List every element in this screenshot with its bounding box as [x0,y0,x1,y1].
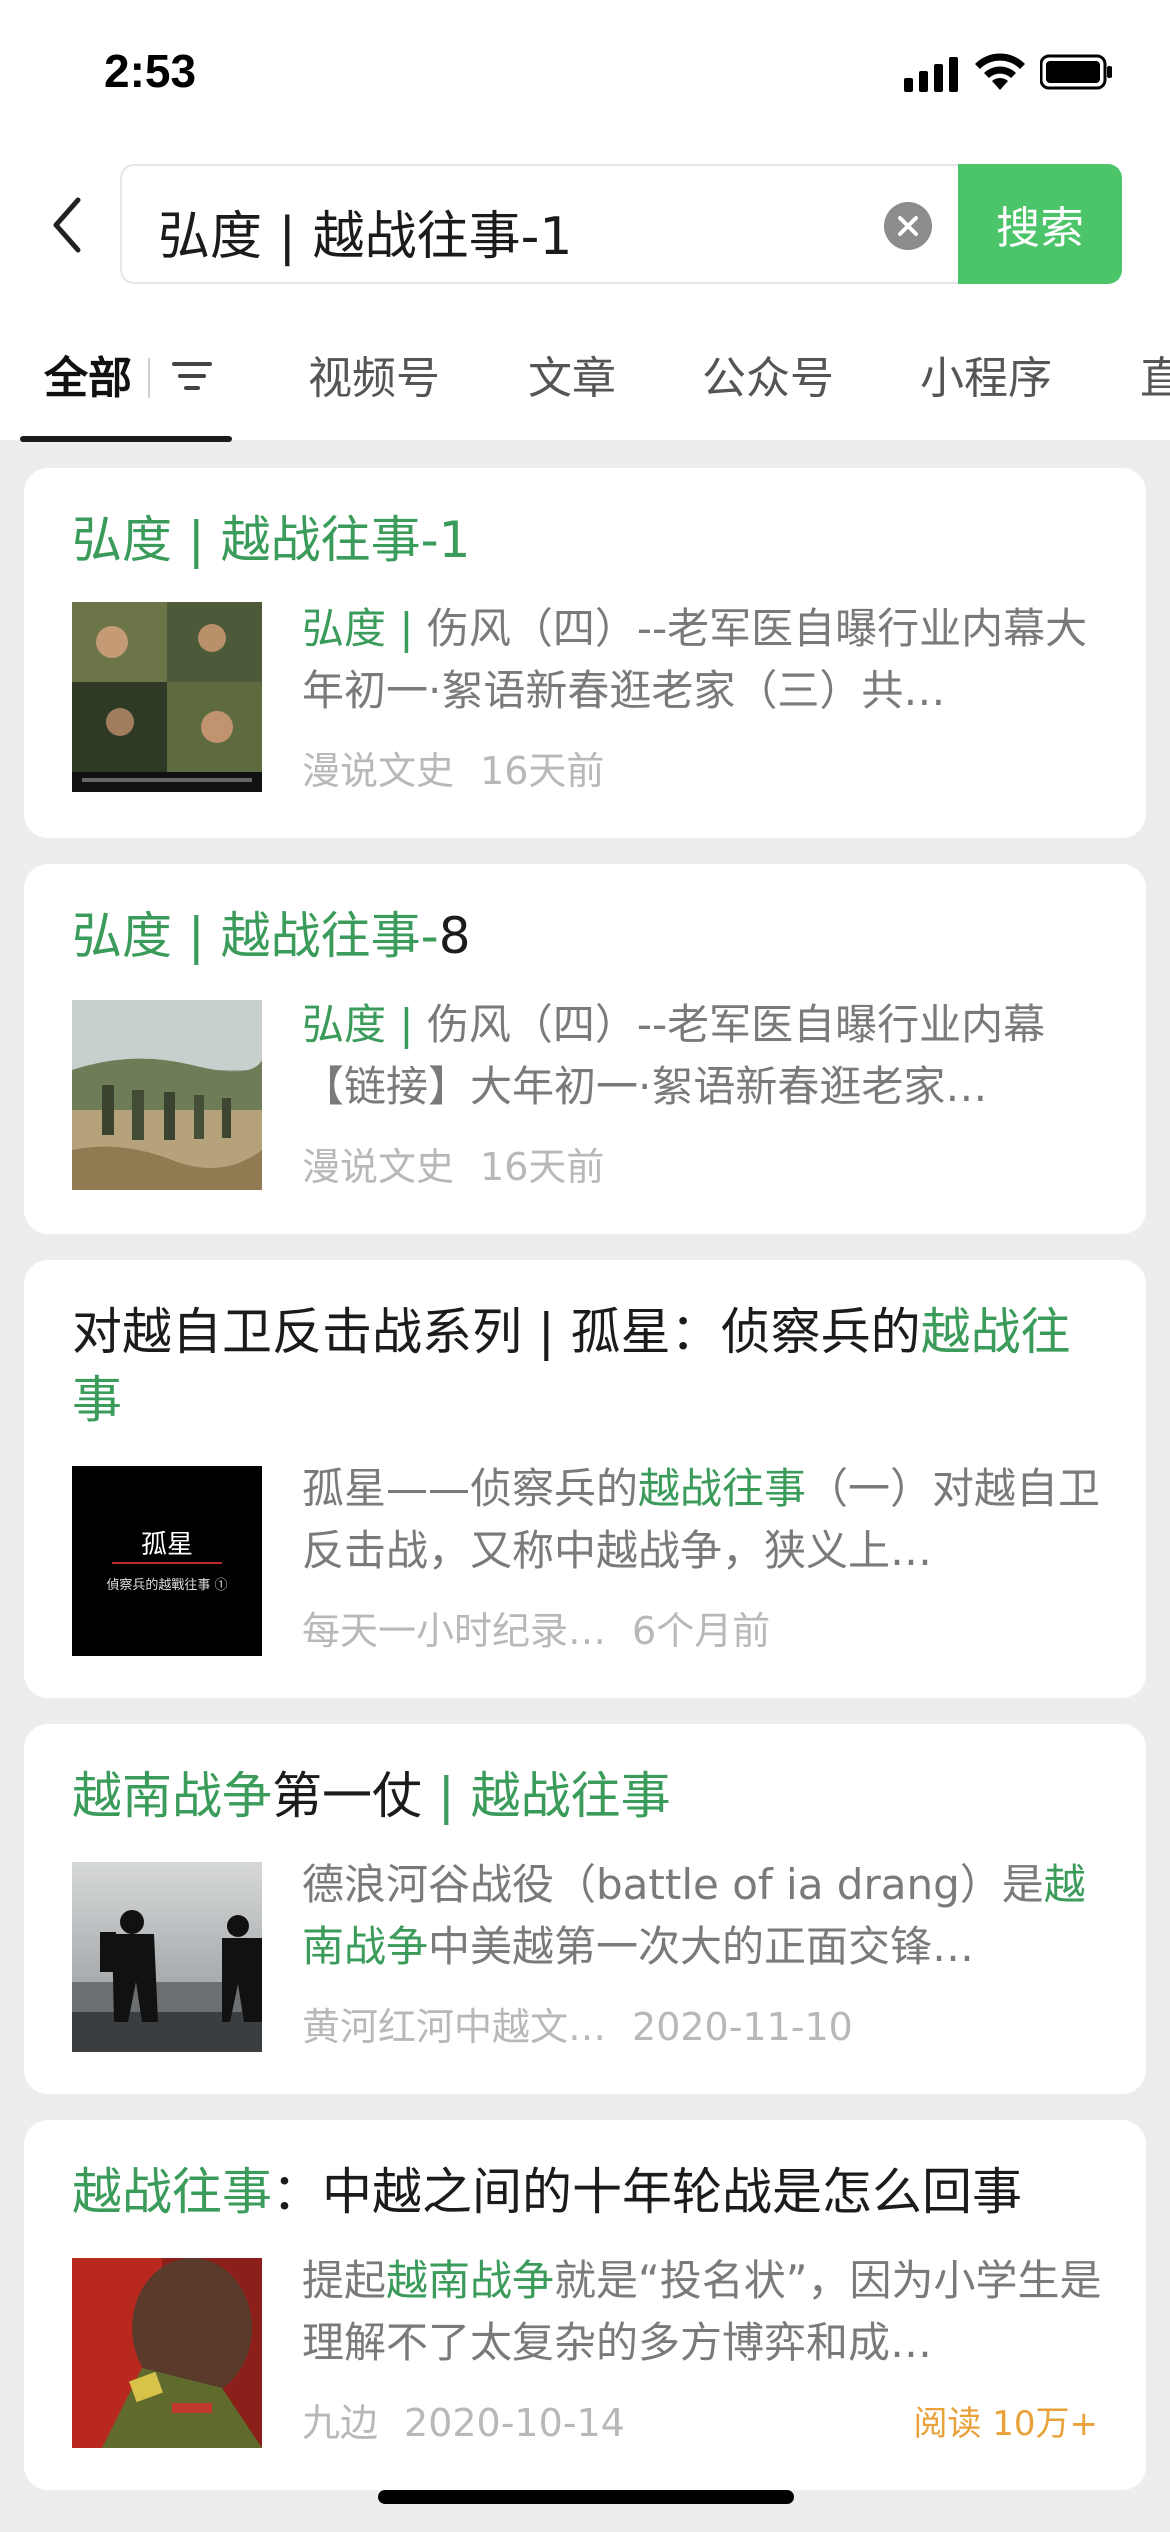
result-snippet: 德浪河谷战役（battle of ia drang）是越南战争中美越第一次大的正… [302,1854,1102,1978]
tab-articles[interactable]: 文章 [528,342,616,406]
title-segment: | 越战往事 [422,1767,671,1825]
result-title: 弘度 | 越战往事-1 [72,506,1092,574]
result-title: 越战往事：中越之间的十年轮战是怎么回事 [72,2158,1092,2226]
result-meta: 九边 2020-10-14 [302,2392,625,2447]
wifi-icon [975,53,1025,90]
result-card[interactable]: 对越自卫反击战系列 | 孤星：侦察兵的越战往事 孤星 偵察兵的越戰往事 ① 孤星… [24,1260,1146,1698]
result-snippet: 提起越南战争就是“投名状”，因为小学生是理解不了太复杂的多方博弈和成… [302,2250,1102,2374]
snippet-segment: 中美越第一次大的正面交锋… [428,1922,975,1971]
search-button[interactable]: 搜索 [958,164,1122,284]
active-tab-indicator [20,436,232,442]
title-segment: 8 [438,907,471,965]
result-time: 16天前 [480,749,605,793]
thumbnail-rule [112,1562,222,1564]
result-card[interactable]: 越南战争第一仗 | 越战往事 德浪河谷战役（battle of ia drang… [24,1724,1146,2094]
snippet-segment: 德浪河谷战役（battle of ia drang）是 [302,1860,1044,1909]
result-title: 对越自卫反击战系列 | 孤星：侦察兵的越战往事 [72,1298,1092,1434]
clear-icon[interactable] [884,202,932,250]
tab-all[interactable]: 全部 [44,342,132,406]
snippet-segment: 弘度 | [302,604,427,653]
title-segment: 弘度 | 越战往事-1 [72,511,471,569]
result-source[interactable]: 九边 [302,2401,378,2445]
result-thumbnail [72,1000,262,1190]
result-meta: 漫说文史 16天前 [302,1136,604,1191]
soldier-closeup-thumbnail [72,2258,262,2448]
result-card[interactable]: 弘度 | 越战往事-1 弘度 | 伤风（四）--老军医自曝行业内幕大年初一·絮语… [24,468,1146,838]
title-segment: 第一仗 [272,1767,422,1825]
result-title: 越南战争第一仗 | 越战往事 [72,1762,1092,1830]
result-time: 6个月前 [632,1609,771,1653]
thumbnail-subtitle: 偵察兵的越戰往事 ① [106,1578,228,1593]
result-time: 16天前 [480,1145,605,1189]
result-thumbnail: 孤星 偵察兵的越戰往事 ① [72,1466,262,1656]
result-snippet: 弘度 | 伤风（四）--老军医自曝行业内幕【链接】大年初一·絮语新春逛老家… [302,994,1102,1118]
result-source[interactable]: 漫说文史 [302,1145,454,1189]
result-time: 2020-10-14 [404,2401,625,2445]
result-meta: 黄河红河中越文… 2020-11-10 [302,1996,853,2051]
result-card[interactable]: 越战往事：中越之间的十年轮战是怎么回事 提起越南战争就是“投名状”，因为小学生是… [24,2120,1146,2490]
snippet-segment: 越南战争 [386,2256,555,2305]
soldier-silhouettes-thumbnail [72,1862,262,2052]
tab-official-accounts[interactable]: 公众号 [702,342,834,406]
battery-icon [1040,54,1112,90]
result-source[interactable]: 黄河红河中越文… [302,2005,606,2049]
cellular-signal-icon [904,57,958,92]
title-segment: ：中越之间的十年轮战是怎么回事 [272,2163,1022,2221]
result-source[interactable]: 每天一小时纪录… [302,1609,606,1653]
result-snippet: 孤星——侦察兵的越战往事（一）对越自卫反击战，又称中越战争，狭义上… [302,1458,1102,1582]
result-thumbnail [72,602,262,792]
title-segment: 越战往事 [72,2163,272,2221]
result-thumbnail [72,2258,262,2448]
result-source[interactable]: 漫说文史 [302,749,454,793]
search-input[interactable]: 弘度 | 越战往事-1 [120,164,960,284]
result-time: 2020-11-10 [632,2005,853,2049]
snippet-segment: 孤星——侦察兵的 [302,1464,639,1513]
snippet-segment: 弘度 | [302,1000,427,1049]
result-meta: 每天一小时纪录… 6个月前 [302,1600,770,1655]
thumbnail-title: 孤星 [140,1530,193,1560]
back-button[interactable] [40,190,96,260]
soldiers-collage-thumbnail [72,602,262,792]
filter-icon[interactable] [168,352,216,400]
title-segment: 对越自卫反击战系列 | 孤星：侦察兵的 [72,1303,921,1361]
read-count: 阅读 10万+ [913,2404,1098,2444]
result-meta: 漫说文史 16天前 [302,740,604,795]
soldiers-marching-thumbnail [72,1000,262,1190]
title-segment: 越南战争 [72,1767,272,1825]
status-time: 2:53 [104,45,197,97]
result-snippet: 弘度 | 伤风（四）--老军医自曝行业内幕大年初一·絮语新春逛老家（三）共… [302,598,1102,722]
title-segment: 弘度 | 越战往事- [72,907,439,965]
header-area: 2:53 弘度 | 越战往事-1 搜索 全部 视频号 文章 公众号 小程序 直 [0,0,1170,442]
snippet-segment: 提起 [302,2256,387,2305]
home-indicator [378,2490,794,2504]
snippet-segment: 越战往事 [638,1464,807,1513]
filter-tabs: 全部 视频号 文章 公众号 小程序 直 [0,330,1170,442]
tab-divider [148,358,150,398]
search-query-text: 弘度 | 越战往事-1 [158,207,573,267]
tab-live[interactable]: 直 [1140,342,1170,406]
result-thumbnail [72,1862,262,2052]
tab-video-channel[interactable]: 视频号 [308,342,440,406]
result-card[interactable]: 弘度 | 越战往事-8 弘度 | 伤风（四）--老军医自曝行业内幕【链接】大年初… [24,864,1146,1234]
result-title: 弘度 | 越战往事-8 [72,902,1092,970]
tab-mini-programs[interactable]: 小程序 [920,342,1052,406]
